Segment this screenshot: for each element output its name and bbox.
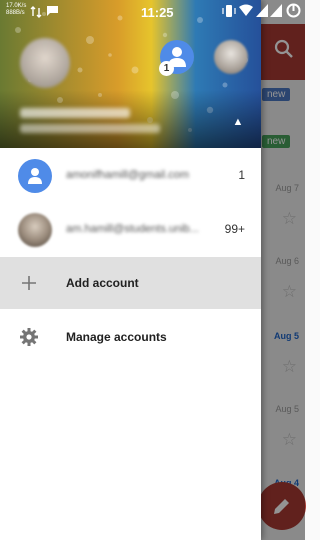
battery-saver-icon: [286, 3, 301, 23]
account-email-blurred: [20, 124, 160, 133]
current-account-avatar[interactable]: [20, 38, 70, 88]
gear-icon: [19, 327, 39, 347]
account-email: am.hamill@students.unib...: [66, 223, 199, 235]
account-list-toggle-icon[interactable]: ▲: [230, 116, 246, 128]
account-avatar: [18, 213, 52, 247]
plus-icon: [19, 273, 39, 293]
switch-account-avatar-2[interactable]: [214, 40, 248, 74]
wifi-icon: [239, 4, 253, 22]
add-account-button[interactable]: Add account: [0, 257, 261, 309]
unread-count: 99+: [224, 222, 245, 236]
signal-icon-2: [270, 4, 282, 22]
account-avatar: [18, 159, 52, 193]
account-row[interactable]: amonifhamill@gmail.com 1: [0, 150, 261, 202]
status-time: 11:25: [141, 5, 174, 20]
status-bar: 17.0K/s 888B/s 11:25: [0, 0, 305, 24]
vibrate-icon: [222, 4, 236, 23]
unread-badge: 1: [159, 61, 174, 76]
person-icon: [28, 168, 42, 184]
signal-icon: [256, 4, 268, 22]
add-account-label: Add account: [66, 276, 139, 290]
network-speed: 17.0K/s 888B/s: [6, 3, 27, 16]
manage-accounts-label: Manage accounts: [66, 330, 167, 344]
account-row[interactable]: am.hamill@students.unib... 99+: [0, 204, 261, 256]
navigation-drawer: 1 ▲ amonifhamill@gmail.com 1 am.hamill@s…: [0, 0, 261, 540]
data-transfer-icon: [30, 5, 42, 23]
manage-accounts-button[interactable]: Manage accounts: [0, 311, 261, 363]
account-name-blurred: [20, 108, 130, 118]
message-icon: [46, 4, 59, 22]
unread-count: 1: [238, 168, 245, 182]
account-email: amonifhamill@gmail.com: [66, 169, 190, 181]
